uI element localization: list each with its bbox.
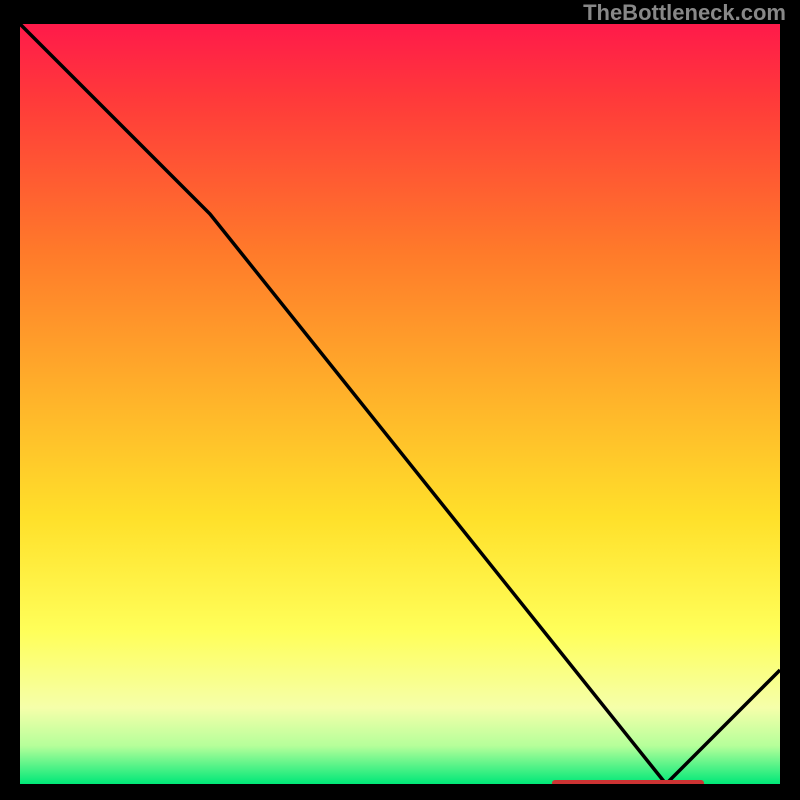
chart-svg bbox=[20, 24, 780, 784]
plot-area bbox=[20, 24, 780, 784]
optimal-band-marker bbox=[552, 780, 704, 784]
watermark-text: TheBottleneck.com bbox=[583, 0, 786, 26]
chart-container: TheBottleneck.com bbox=[0, 0, 800, 800]
